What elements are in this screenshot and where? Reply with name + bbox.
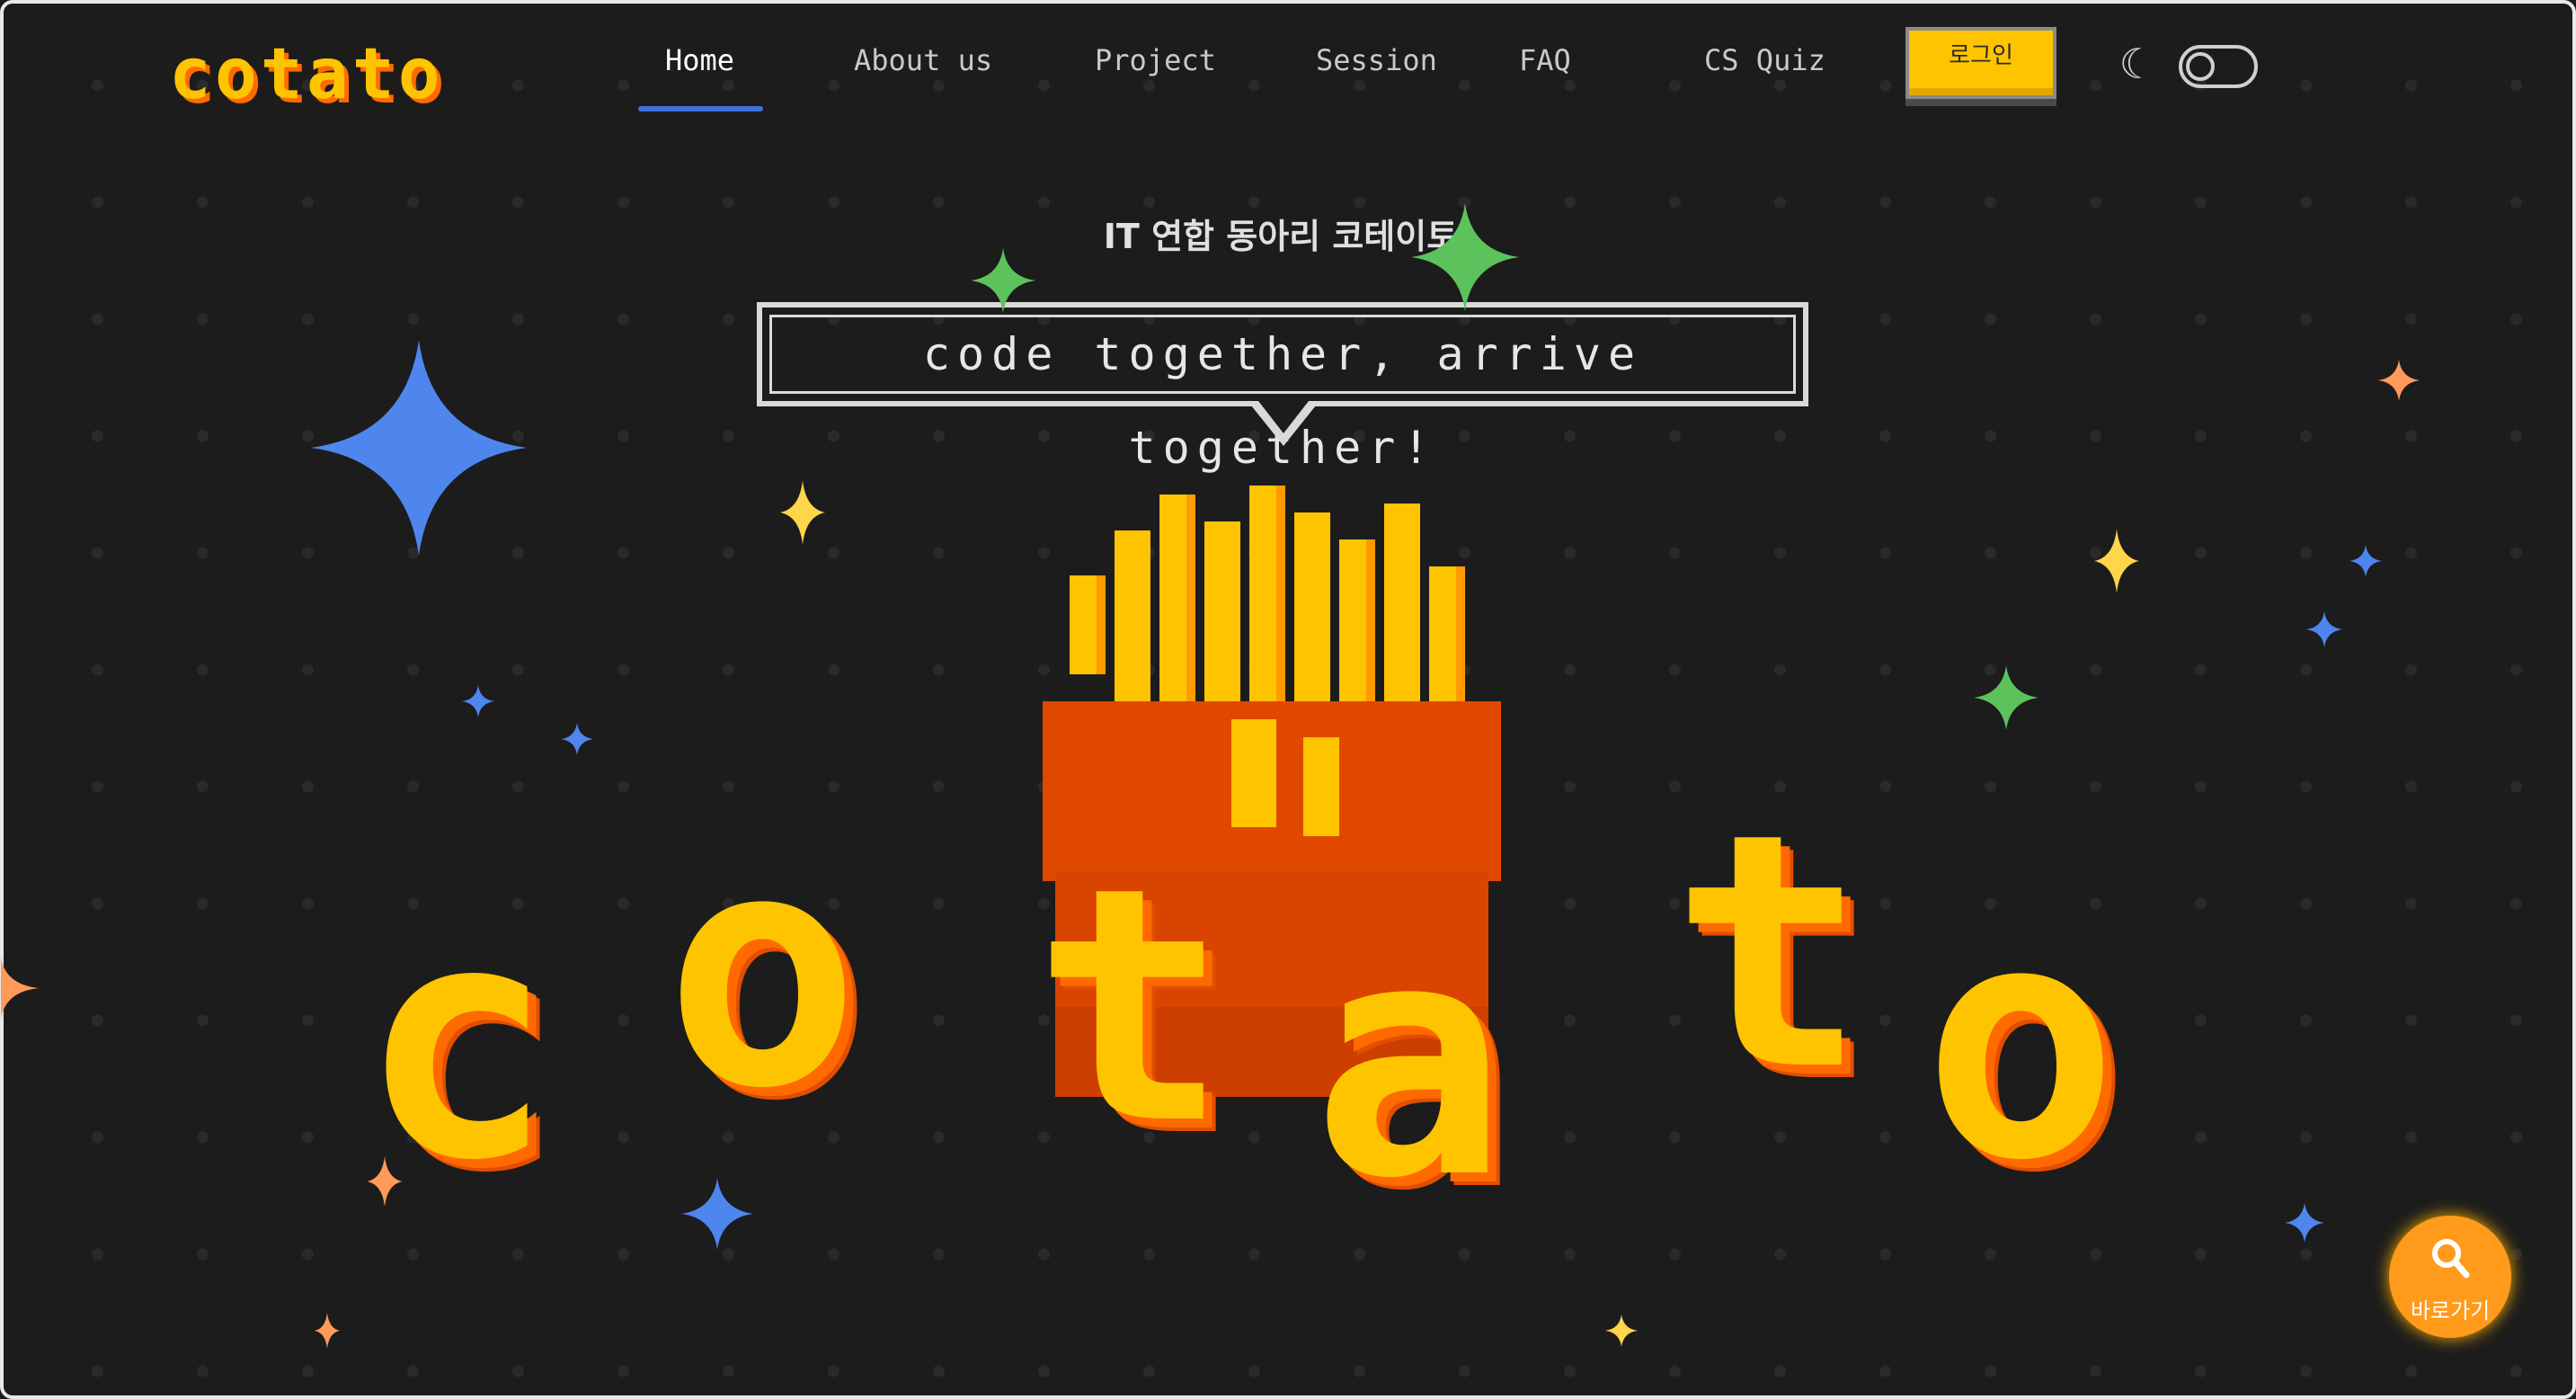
active-nav-indicator [638,106,764,111]
sparkle-orange-icon [367,1156,403,1207]
nav-project[interactable]: Project [1095,43,1216,77]
sparkle-green-icon [1411,203,1519,311]
theme-toggle[interactable] [2179,45,2258,88]
speech-bubble-tail-inner [1258,401,1309,433]
sparkle-orange-icon [1,957,39,1020]
hero-letter-t: t [1034,818,1229,1195]
login-button[interactable]: 로그인 [1905,27,2056,99]
sparkle-blue-icon [2285,1203,2324,1243]
sparkle-blue-icon [681,1178,753,1250]
hero-tagline: code together, arrive together! [922,328,1643,474]
sparkle-yellow-icon [1605,1314,1638,1347]
sparkle-orange-icon [2378,360,2420,401]
nav-faq[interactable]: FAQ [1519,43,1571,77]
cotato-logo[interactable]: cotato [169,34,444,115]
hero-letter-t2: t [1672,764,1867,1141]
sparkle-green-icon [1974,665,2039,730]
nav-about-us[interactable]: About us [854,43,992,77]
sparkle-yellow-icon [2094,529,2139,593]
nav-home[interactable]: Home [638,43,764,111]
nav-home-label: Home [665,43,735,77]
nav-session[interactable]: Session [1316,43,1437,77]
shortcut-fab-label: 바로가기 [2410,1298,2491,1323]
moon-icon: ☾ [2119,40,2145,88]
theme-toggle-knob [2186,52,2215,81]
sparkle-orange-icon [315,1313,340,1349]
sparkle-blue-icon [462,685,494,717]
sparkle-green-icon [971,248,1035,313]
hero-word: c o t a t o [360,782,2247,1249]
search-icon [2432,1239,2470,1279]
sparkle-blue-icon [2306,611,2342,647]
hero-letter-a: a [1312,872,1507,1249]
sparkle-blue-icon [2349,545,2382,577]
sparkle-blue-icon [561,723,593,755]
speech-bubble: code together, arrive together! [757,302,1808,474]
sparkle-yellow-icon [780,480,825,545]
hero-letter-o: o [665,782,860,1159]
shortcut-fab[interactable]: 바로가기 [2389,1216,2511,1338]
sparkle-large-blue-icon [311,340,527,556]
nav-cs-quiz[interactable]: CS Quiz [1704,43,1825,77]
hero-letter-o2: o [1923,854,2119,1231]
